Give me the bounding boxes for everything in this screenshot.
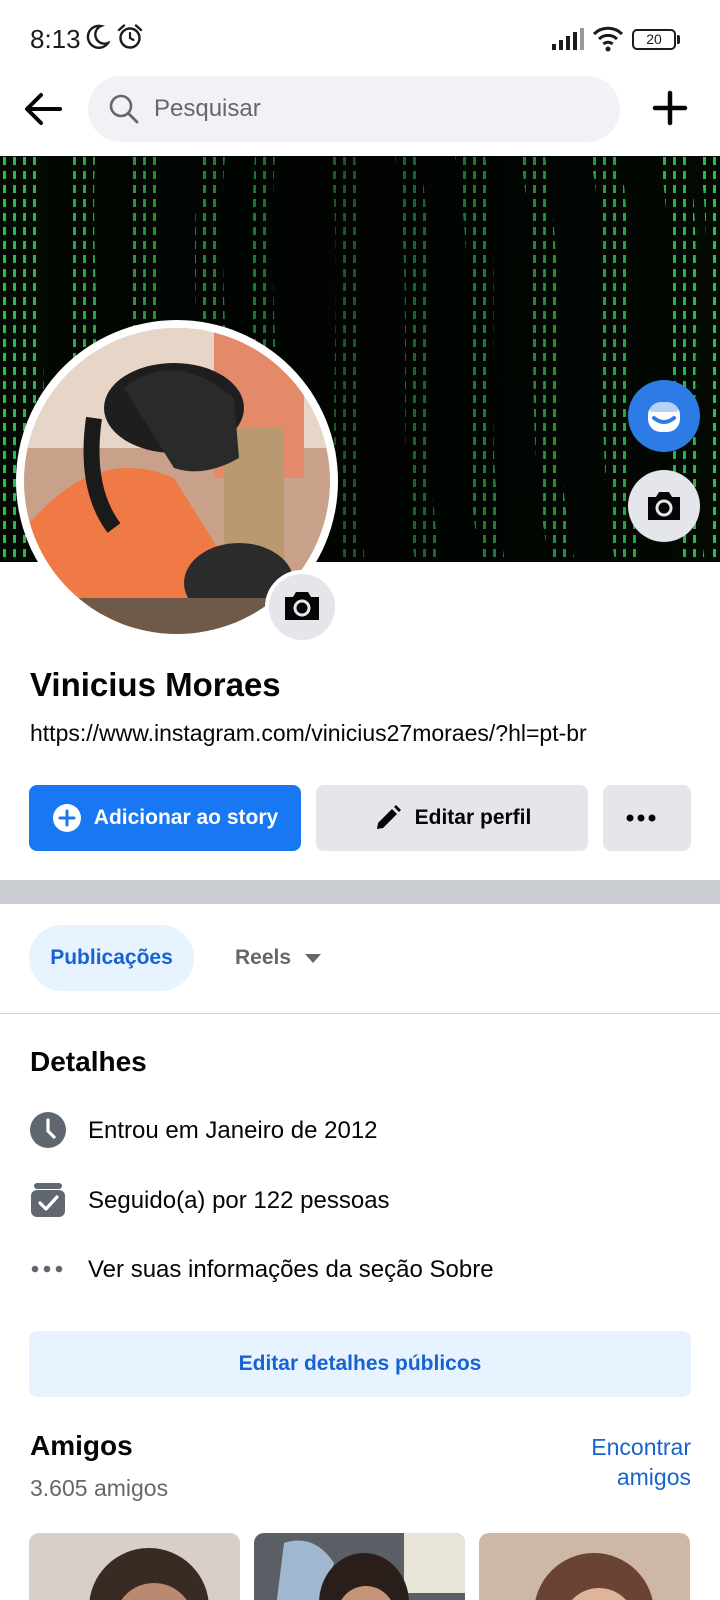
edit-profile-button[interactable]: Editar perfil [316,785,588,851]
friend-thumbnail[interactable] [479,1533,690,1600]
search-input[interactable] [154,76,594,142]
detail-joined-text: Entrou em Janeiro de 2012 [88,1117,378,1144]
alarm-icon [117,24,143,49]
edit-public-details-button[interactable]: Editar detalhes públicos [29,1331,691,1397]
moon-icon [86,24,110,49]
camera-icon [285,592,319,620]
avatar-button[interactable] [628,380,700,452]
camera-icon [648,492,680,520]
detail-about[interactable]: Ver suas informações da seção Sobre [29,1250,689,1290]
search-icon [109,94,139,124]
plus-icon[interactable] [650,88,690,128]
followers-icon [31,1183,65,1217]
friend-photo [254,1533,465,1600]
detail-followers: Seguido(a) por 122 pessoas [29,1181,689,1221]
status-bar: 8:13 20 [0,0,720,72]
battery-level: 20 [632,29,676,50]
add-to-story-button[interactable]: Adicionar ao story [29,785,301,851]
signal-icon [552,28,584,50]
friend-photo [479,1533,690,1600]
wifi-icon [592,26,624,52]
pencil-icon [376,805,401,829]
friend-photo [29,1533,240,1600]
friends-count: 3.605 amigos [30,1475,169,1501]
details-title: Detalhes [30,1046,147,1077]
more-options-button[interactable] [603,785,691,851]
more-dots-icon [626,814,656,822]
tab-reels[interactable]: Reels [218,925,338,991]
detail-about-text: Ver suas informações da seção Sobre [88,1256,494,1283]
battery-icon: 20 [632,29,680,51]
tab-posts[interactable]: Publicações [29,925,194,991]
caret-down-icon [305,953,322,963]
plus-circle-icon [52,804,81,832]
edit-profile-photo-camera-button[interactable] [265,570,339,644]
avatar-face-icon [648,402,680,432]
find-friends-link[interactable]: Encontrar amigos [531,1432,691,1492]
profile-name: Vinicius Moraes [30,666,281,703]
section-divider [0,880,720,904]
friends-title: Amigos [30,1430,133,1461]
edit-cover-camera-button[interactable] [628,470,700,542]
clock-icon [30,1112,66,1148]
detail-joined: Entrou em Janeiro de 2012 [29,1111,689,1151]
profile-bio-link[interactable]: https://www.instagram.com/vinicius27mora… [30,720,587,747]
search-bar[interactable] [88,76,620,142]
status-time: 8:13 [30,24,81,54]
top-header [0,72,720,156]
add-to-story-label: Adicionar ao story [93,806,279,829]
tabs-divider [0,1013,720,1014]
tab-reels-label: Reels [234,946,292,969]
detail-followers-text: Seguido(a) por 122 pessoas [88,1187,390,1214]
edit-profile-label: Editar perfil [414,806,532,829]
more-dots-icon [31,1265,63,1273]
friend-thumbnail[interactable] [29,1533,240,1600]
back-arrow-icon[interactable] [20,86,66,132]
friend-thumbnail[interactable] [254,1533,465,1600]
